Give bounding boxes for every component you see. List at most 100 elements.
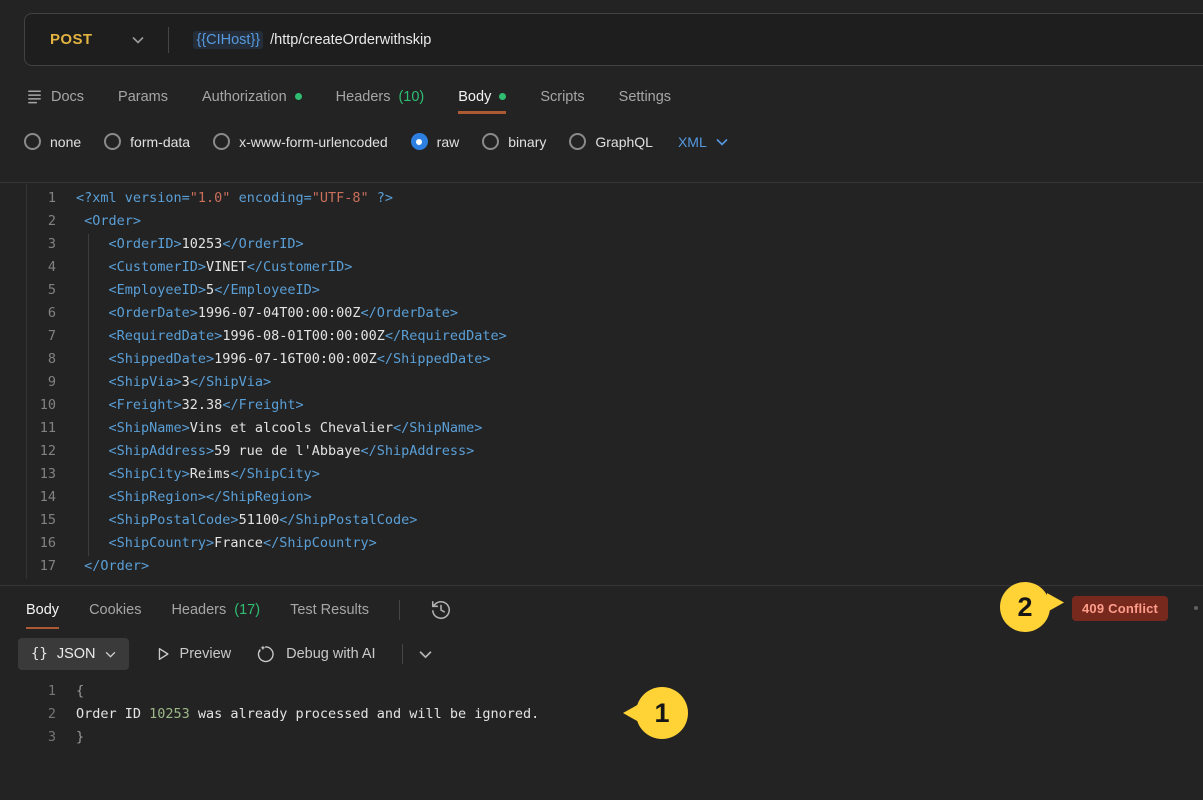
response-tab-cookies[interactable]: Cookies [89, 602, 141, 618]
preview-button[interactable]: Preview [155, 646, 232, 662]
code-line: 10 <Freight>32.38</Freight> [0, 394, 1203, 417]
green-dot-icon [295, 93, 302, 100]
radio-icon[interactable] [24, 133, 41, 150]
code-content: { [76, 680, 84, 703]
code-line: 17 </Order> [0, 555, 1203, 578]
url-input[interactable]: {{CIHost}} /http/createOrderwithskip [193, 31, 431, 49]
code-line: 12 <ShipAddress>59 rue de l'Abbaye</Ship… [0, 440, 1203, 463]
code-content: <ShipAddress>59 rue de l'Abbaye</ShipAdd… [76, 440, 474, 463]
tab-authorization[interactable]: Authorization [202, 89, 302, 105]
line-number: 3 [0, 726, 56, 749]
code-line: 5 <EmployeeID>5</EmployeeID> [0, 279, 1203, 302]
response-tab-body[interactable]: Body [26, 602, 59, 618]
radio-icon[interactable] [569, 133, 586, 150]
code-content: <ShipPostalCode>51100</ShipPostalCode> [76, 509, 417, 532]
code-content: <Order> [76, 210, 141, 233]
radio-icon[interactable] [482, 133, 499, 150]
code-content: } [76, 726, 84, 749]
line-number: 7 [0, 325, 56, 348]
ai-sparkle-icon [257, 644, 277, 664]
chevron-down-icon [105, 651, 116, 658]
tab-label: Headers [171, 602, 226, 618]
tab-label: Cookies [89, 602, 141, 618]
tab-docs[interactable]: Docs [26, 88, 84, 105]
response-tab-headers[interactable]: Headers (17) [171, 602, 260, 618]
debug-with-ai-button[interactable]: Debug with AI [257, 644, 375, 664]
code-content: Order ID 10253 was already processed and… [76, 703, 539, 726]
code-line: 3} [0, 726, 539, 749]
tab-label: Body [458, 89, 491, 105]
code-content: <Freight>32.38</Freight> [76, 394, 304, 417]
code-content: <RequiredDate>1996-08-01T00:00:00Z</Requ… [76, 325, 507, 348]
divider [399, 600, 400, 620]
code-line: 2Order ID 10253 was already processed an… [0, 703, 539, 726]
tab-count: (10) [398, 89, 424, 105]
code-line: 6 <OrderDate>1996-07-04T00:00:00Z</Order… [0, 302, 1203, 325]
code-content: <OrderID>10253</OrderID> [76, 233, 304, 256]
body-mode-graphql[interactable]: GraphQL [569, 133, 653, 150]
request-tabs: Docs Params Authorization Headers (10) Body Sc… [26, 88, 671, 105]
request-url-bar: POST {{CIHost}} /http/createOrderwithski… [24, 13, 1203, 66]
tab-headers[interactable]: Headers (10) [336, 89, 425, 105]
response-tabs: Body Cookies Headers (17) Test Results [26, 599, 452, 621]
mode-label: binary [508, 134, 546, 150]
format-label: JSON [57, 646, 96, 662]
tab-label: Test Results [290, 602, 369, 618]
mode-label: raw [437, 134, 460, 150]
line-number: 11 [0, 417, 56, 440]
code-content: <ShipVia>3</ShipVia> [76, 371, 271, 394]
annotation-2-label: 2 [1017, 592, 1032, 623]
radio-icon[interactable] [213, 133, 230, 150]
body-mode-raw[interactable]: raw [411, 133, 460, 150]
line-number: 2 [0, 210, 56, 233]
method-label: POST [50, 31, 92, 48]
annotation-2: 2 [1000, 582, 1050, 632]
line-number: 13 [0, 463, 56, 486]
debug-label: Debug with AI [286, 646, 375, 662]
code-line: 4 <CustomerID>VINET</CustomerID> [0, 256, 1203, 279]
line-number: 4 [0, 256, 56, 279]
tab-label: Docs [51, 89, 84, 105]
radio-icon[interactable] [104, 133, 121, 150]
code-line: 13 <ShipCity>Reims</ShipCity> [0, 463, 1203, 486]
tab-label: Authorization [202, 89, 287, 105]
tab-body[interactable]: Body [458, 89, 506, 105]
language-dropdown[interactable]: XML [678, 134, 728, 150]
chevron-down-icon [132, 36, 144, 44]
editor-gutter-border [26, 184, 27, 579]
tab-count: (17) [234, 602, 260, 618]
line-number: 1 [0, 680, 56, 703]
annotation-1: 1 [636, 687, 688, 739]
code-content: <EmployeeID>5</EmployeeID> [76, 279, 320, 302]
tab-label: Headers [336, 89, 391, 105]
curly-braces-icon: {} [31, 646, 48, 662]
tab-scripts[interactable]: Scripts [540, 89, 584, 105]
chevron-down-icon[interactable] [419, 650, 432, 659]
tab-label: Scripts [540, 89, 584, 105]
method-dropdown[interactable]: POST [25, 31, 144, 48]
code-line: 16 <ShipCountry>France</ShipCountry> [0, 532, 1203, 555]
line-number: 14 [0, 486, 56, 509]
radio-selected-icon[interactable] [411, 133, 428, 150]
divider [402, 644, 403, 664]
history-icon[interactable] [430, 599, 452, 621]
body-mode-x-www-form-urlencoded[interactable]: x-www-form-urlencoded [213, 133, 388, 150]
mode-label: form-data [130, 134, 190, 150]
body-mode-none[interactable]: none [24, 133, 81, 150]
tab-settings[interactable]: Settings [619, 89, 671, 105]
tab-params[interactable]: Params [118, 89, 168, 105]
status-drag-dot [1194, 606, 1198, 610]
body-mode-form-data[interactable]: form-data [104, 133, 190, 150]
request-body-editor[interactable]: 1<?xml version="1.0" encoding="UTF-8" ?>… [0, 182, 1203, 585]
response-body-viewer[interactable]: 1 {2Order ID 10253 was already processed … [0, 680, 539, 749]
code-content: <ShipName>Vins et alcools Chevalier</Shi… [76, 417, 482, 440]
code-content: <ShipRegion></ShipRegion> [76, 486, 312, 509]
body-mode-binary[interactable]: binary [482, 133, 546, 150]
green-dot-icon [499, 93, 506, 100]
code-line: 2 <Order> [0, 210, 1203, 233]
format-dropdown[interactable]: {} JSON [18, 638, 129, 670]
line-number: 12 [0, 440, 56, 463]
mode-label: GraphQL [595, 134, 653, 150]
code-content: <OrderDate>1996-07-04T00:00:00Z</OrderDa… [76, 302, 458, 325]
response-tab-test-results[interactable]: Test Results [290, 602, 369, 618]
